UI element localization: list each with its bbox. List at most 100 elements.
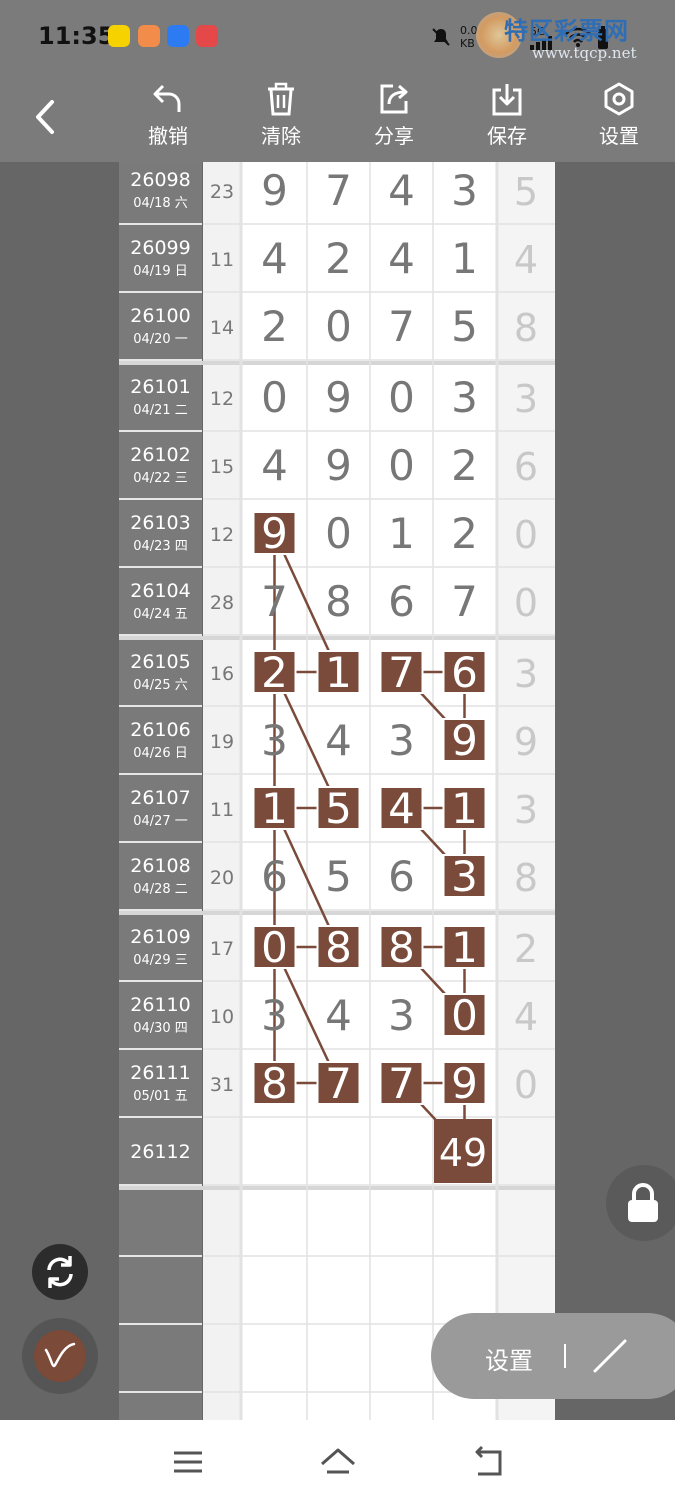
pen-stroke-icon: [44, 1342, 76, 1368]
settings-pill[interactable]: 设置: [431, 1313, 675, 1399]
digit-value[interactable]: 1: [261, 784, 288, 833]
issue-number: 26103: [130, 512, 190, 534]
digit-value[interactable]: 6: [451, 648, 478, 697]
section-separator: [119, 636, 555, 640]
save-button[interactable]: 保存: [472, 82, 542, 149]
digit-value[interactable]: 8: [325, 577, 352, 626]
digit-value[interactable]: 4: [388, 784, 415, 833]
digit-value[interactable]: 3: [388, 716, 415, 765]
digit-value[interactable]: 0: [261, 373, 288, 422]
issue-number: 26112: [130, 1141, 190, 1163]
digit-value[interactable]: 9: [325, 373, 352, 422]
line-tool-icon[interactable]: [589, 1335, 631, 1377]
digit-value[interactable]: 1: [388, 509, 415, 558]
digit-value[interactable]: 5: [325, 784, 352, 833]
clear-button[interactable]: 清除: [246, 82, 316, 149]
tail-value: 3: [514, 377, 538, 421]
prediction-value[interactable]: 49: [439, 1131, 487, 1175]
undo-icon: [153, 84, 181, 112]
digit-value[interactable]: 2: [261, 648, 288, 697]
digit-value[interactable]: 0: [325, 302, 352, 351]
digit-value[interactable]: 6: [388, 577, 415, 626]
pen-tool-button[interactable]: [34, 1330, 86, 1382]
digit-value[interactable]: 9: [261, 509, 288, 558]
digit-value[interactable]: 2: [451, 441, 478, 490]
digit-value[interactable]: 6: [261, 852, 288, 901]
digit-value[interactable]: 1: [451, 923, 478, 972]
tail-value: 0: [514, 1063, 538, 1107]
digit-value[interactable]: 4: [325, 991, 352, 1040]
tail-value: 4: [514, 238, 538, 282]
trend-grid[interactable]: 2609804/18 六23 52609904/19 日11 42610004/20…: [0, 162, 675, 1420]
sum-column-bg: [203, 162, 241, 1420]
digit-value[interactable]: 0: [388, 441, 415, 490]
share-button[interactable]: 分享: [359, 82, 429, 149]
digit-value[interactable]: 4: [388, 234, 415, 283]
sum-value: 31: [210, 1074, 234, 1096]
digit-value[interactable]: 7: [388, 1059, 415, 1108]
digit-value[interactable]: 8: [388, 923, 415, 972]
refresh-icon: [47, 1256, 73, 1288]
digit-value[interactable]: 0: [388, 373, 415, 422]
settings-button[interactable]: 设置: [584, 82, 654, 149]
sum-value: 16: [210, 663, 234, 685]
issue-number: 26099: [130, 237, 190, 259]
digit-value[interactable]: 7: [325, 1059, 352, 1108]
digit-value[interactable]: 3: [261, 716, 288, 765]
digit-value[interactable]: 2: [451, 509, 478, 558]
digit-value[interactable]: 0: [261, 923, 288, 972]
digit-value[interactable]: 2: [325, 234, 352, 283]
settings-label: 设置: [599, 124, 639, 148]
chevron-left-icon: [36, 100, 54, 134]
digit-value[interactable]: 9: [261, 166, 288, 215]
digit-value[interactable]: 3: [261, 991, 288, 1040]
digit-value[interactable]: 8: [325, 923, 352, 972]
digit-value[interactable]: 1: [451, 234, 478, 283]
digit-value[interactable]: 9: [451, 716, 478, 765]
digit-value[interactable]: 6: [388, 852, 415, 901]
digit-value[interactable]: 3: [388, 991, 415, 1040]
digit-value[interactable]: 4: [261, 234, 288, 283]
back-nav-icon[interactable]: [468, 1442, 508, 1482]
digit-value[interactable]: 3: [451, 166, 478, 215]
lock-button[interactable]: [606, 1165, 675, 1241]
issue-date: 04/24 五: [133, 607, 188, 622]
settings-hexagon-icon: [604, 82, 634, 116]
undo-label: 撤销: [148, 124, 188, 148]
digit-value[interactable]: 3: [451, 373, 478, 422]
issue-number: 26104: [130, 580, 190, 602]
sum-value: 11: [210, 799, 234, 821]
home-icon[interactable]: [318, 1442, 358, 1482]
digit-value[interactable]: 4: [325, 716, 352, 765]
digit-value[interactable]: 4: [261, 441, 288, 490]
digit-value[interactable]: 7: [325, 166, 352, 215]
digit-value[interactable]: 7: [388, 648, 415, 697]
digit-value[interactable]: 0: [451, 991, 478, 1040]
pill-settings-label[interactable]: 设置: [485, 1341, 533, 1376]
sum-value: 15: [210, 456, 234, 478]
clock: 11:35: [38, 22, 115, 50]
sync-button[interactable]: [32, 1244, 88, 1300]
issue-date: 04/20 一: [133, 332, 188, 347]
digit-value[interactable]: 9: [325, 441, 352, 490]
trend-board[interactable]: 26098 04/18 六 23 5 26099 04/19 日 11 4 26100 04/20…: [0, 162, 675, 1420]
digit-value[interactable]: 1: [451, 784, 478, 833]
digit-value[interactable]: 5: [325, 852, 352, 901]
watermark-url: www.tqcp.net: [532, 44, 637, 62]
digit-value[interactable]: 8: [261, 1059, 288, 1108]
digit-value[interactable]: 7: [388, 302, 415, 351]
share-label: 分享: [374, 124, 414, 148]
menu-icon[interactable]: [168, 1442, 208, 1482]
undo-button[interactable]: 撤销: [133, 82, 203, 149]
back-button[interactable]: [28, 92, 68, 142]
digit-value[interactable]: 0: [325, 509, 352, 558]
digit-value[interactable]: 7: [261, 577, 288, 626]
digit-value[interactable]: 2: [261, 302, 288, 351]
digit-value[interactable]: 9: [451, 1059, 478, 1108]
digit-value[interactable]: 7: [451, 577, 478, 626]
digit-value[interactable]: 3: [451, 852, 478, 901]
digit-value[interactable]: 5: [451, 302, 478, 351]
digit-value[interactable]: 1: [325, 648, 352, 697]
video-app-icon: [138, 25, 160, 47]
digit-value[interactable]: 4: [388, 166, 415, 215]
